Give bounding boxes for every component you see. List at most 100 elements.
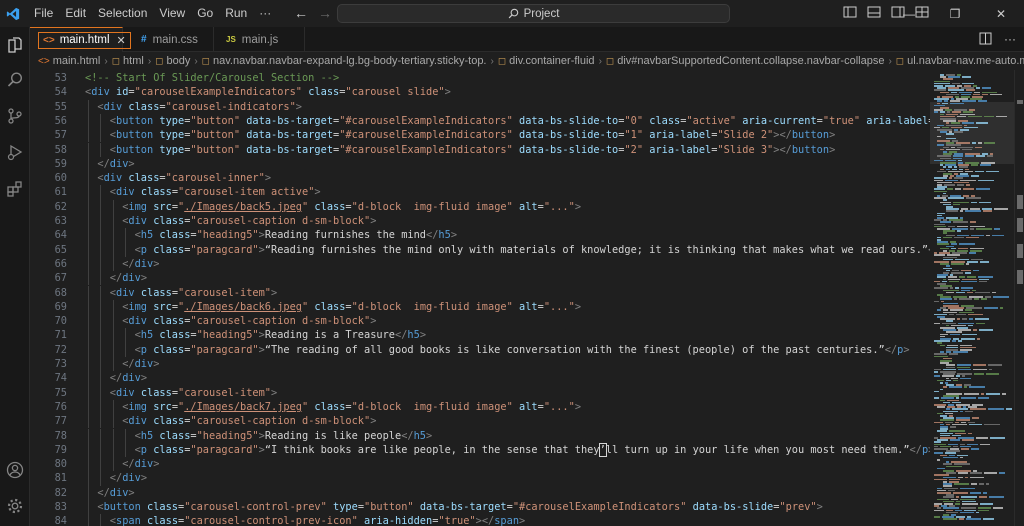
- split-editor-icon[interactable]: [979, 32, 992, 45]
- code-token: h5: [413, 429, 427, 442]
- source-control-icon[interactable]: [5, 106, 25, 126]
- code-line[interactable]: 79 <p class="paragcard">“I think books ar…: [30, 442, 930, 458]
- code-editor[interactable]: 53 <!-- Start Of Slider/Carousel Section …: [30, 70, 930, 526]
- code-line[interactable]: 84 <span class="carousel-control-prev-ico…: [30, 514, 930, 526]
- minimap-line: [968, 324, 973, 327]
- code-line[interactable]: 63 <div class="carousel-caption d-sm-bloc…: [30, 214, 930, 229]
- settings-gear-icon[interactable]: [5, 496, 25, 516]
- code-line[interactable]: 74 </div>: [30, 371, 930, 386]
- code-line[interactable]: 76 <img src="./Images/back7.jpeg" class="…: [30, 399, 930, 415]
- code-line[interactable]: 57 <button type="button" data-bs-target="…: [30, 128, 930, 143]
- forward-arrow-icon[interactable]: →: [318, 4, 332, 22]
- code-token: >: [153, 458, 160, 471]
- indent-guide: [112, 214, 114, 229]
- tab-main-js[interactable]: JS main.js: [214, 27, 305, 52]
- code-line[interactable]: 64 <h5 class="heading5">Reading furnishes…: [30, 228, 930, 243]
- code-line[interactable]: 80 </div>: [30, 457, 930, 472]
- menu-run[interactable]: Run: [219, 0, 253, 27]
- code-token: "carousel-indicators": [165, 100, 296, 113]
- code-line[interactable]: 61 <div class="carousel-item active">: [30, 185, 930, 200]
- code-line[interactable]: 54 <div id="carouselExampleIndicators" cl…: [30, 85, 930, 99]
- minimap-line: [937, 135, 941, 138]
- menu-edit[interactable]: Edit: [59, 0, 92, 27]
- tab-main-html[interactable]: <> main.html ✕: [30, 27, 131, 52]
- breadcrumb-item[interactable]: ◻ body: [155, 55, 190, 67]
- code-line[interactable]: 83 <button class="carousel-control-prev" …: [30, 500, 930, 515]
- code-line[interactable]: 53 <!-- Start Of Slider/Carousel Section …: [30, 71, 930, 85]
- breadcrumb-item[interactable]: ◻ nav.navbar.navbar-expand-lg.bg-body-ter…: [202, 55, 487, 67]
- code-token: aria-current: [742, 114, 817, 127]
- minimap-line: [943, 386, 947, 388]
- code-line[interactable]: 81 </div>: [30, 471, 930, 486]
- command-center-search[interactable]: Project: [337, 4, 730, 23]
- minimap-line: [972, 417, 979, 419]
- code-line[interactable]: 58 <button type="button" data-bs-target="…: [30, 142, 930, 157]
- code-token: >: [450, 229, 458, 242]
- menu-selection[interactable]: Selection: [92, 0, 153, 27]
- code-line[interactable]: 73 </div>: [30, 357, 930, 372]
- code-line[interactable]: 62 <img src="./Images/back5.jpeg" class="…: [30, 199, 930, 214]
- toggle-panel-icon[interactable]: [867, 5, 881, 19]
- code-text: </div>: [122, 457, 159, 471]
- minimap-line: [994, 208, 1008, 210]
- indent-guide: [88, 328, 89, 343]
- minimap-line: [954, 131, 963, 133]
- code-line[interactable]: 77 <div class="carousel-caption d-sm-bloc…: [30, 414, 930, 429]
- restore-icon[interactable]: ❐: [932, 0, 978, 27]
- code-text: </div>: [122, 257, 159, 271]
- breadcrumb-item[interactable]: <> main.html: [38, 55, 100, 67]
- tab-main-css[interactable]: # main.css: [123, 27, 214, 52]
- code-line[interactable]: 60 <div class="carousel-inner">: [30, 171, 930, 186]
- vertical-scrollbar[interactable]: [1014, 70, 1024, 526]
- code-token: "paragcard": [190, 343, 259, 356]
- line-number: 80: [54, 458, 67, 471]
- account-icon[interactable]: [5, 460, 25, 480]
- code-line[interactable]: 72 <p class="paragcard">“The reading of a…: [30, 342, 930, 357]
- code-token: "carouselExampleIndicators": [134, 86, 303, 99]
- minimap-line: [940, 344, 945, 347]
- minimap[interactable]: [930, 70, 1014, 526]
- code-line[interactable]: 55 <div class="carousel-indicators">: [30, 99, 930, 114]
- breadcrumb-item[interactable]: ◻ div.container-fluid: [498, 55, 595, 67]
- minimize-icon[interactable]: —: [886, 0, 932, 27]
- breadcrumb-item[interactable]: ◻ul.navbar-nav.me-auto.mb-2.mb-lg-0: [896, 55, 1024, 67]
- code-line[interactable]: 69 <img src="./Images/back6.jpeg" class="…: [30, 299, 930, 315]
- code-line[interactable]: 70 <div class="carousel-caption d-sm-bloc…: [30, 314, 930, 329]
- minimap-line: [988, 364, 1002, 366]
- code-line[interactable]: 65 <p class="paragcard">“Reading furnishe…: [30, 242, 930, 257]
- code-line[interactable]: 75 <div class="carousel-item">: [30, 385, 930, 400]
- code-line[interactable]: 82 </div>: [30, 485, 930, 500]
- menu-more[interactable]: ···: [253, 0, 277, 27]
- more-actions-icon[interactable]: ···: [1004, 32, 1016, 46]
- code-line[interactable]: 67 </div>: [30, 271, 930, 286]
- extensions-icon[interactable]: [5, 179, 25, 199]
- toggle-primary-sidebar-icon[interactable]: [843, 5, 857, 19]
- minimap-line: [984, 142, 995, 144]
- breadcrumb-item[interactable]: ◻ div#navbarSupportedContent.collapse.nav…: [606, 55, 885, 67]
- menu-view[interactable]: View: [153, 0, 191, 27]
- run-debug-icon[interactable]: [5, 142, 25, 162]
- code-line[interactable]: 56 <button type="button" data-bs-target="…: [30, 113, 930, 129]
- code-line[interactable]: 71 <h5 class="heading5">Reading is a Trea…: [30, 328, 930, 343]
- code-line[interactable]: 68 <div class="carousel-item">: [30, 285, 930, 300]
- search-icon[interactable]: [5, 70, 25, 90]
- menu-file[interactable]: File: [28, 0, 59, 27]
- back-arrow-icon[interactable]: ←: [294, 4, 308, 22]
- minimap-line: [980, 261, 989, 263]
- indent-guide: [88, 385, 89, 400]
- minimap-line: [980, 164, 991, 166]
- code-token: h5: [140, 429, 154, 442]
- code-line[interactable]: 59 </div>: [30, 156, 930, 172]
- breadcrumb-item[interactable]: ◻ html: [112, 55, 144, 67]
- code-line[interactable]: 66 </div>: [30, 256, 930, 272]
- code-token: "Slide 3": [717, 143, 774, 156]
- explorer-icon[interactable]: [5, 35, 25, 55]
- close-icon[interactable]: ✕: [978, 0, 1024, 27]
- code-token: </: [109, 272, 123, 285]
- code-token: "button": [190, 114, 241, 127]
- menu-go[interactable]: Go: [191, 0, 219, 27]
- code-token: div: [122, 372, 141, 385]
- minimap-line: [957, 318, 960, 320]
- code-line[interactable]: 78 <h5 class="heading5">Reading is like p…: [30, 428, 930, 443]
- minimap-line: [979, 329, 993, 331]
